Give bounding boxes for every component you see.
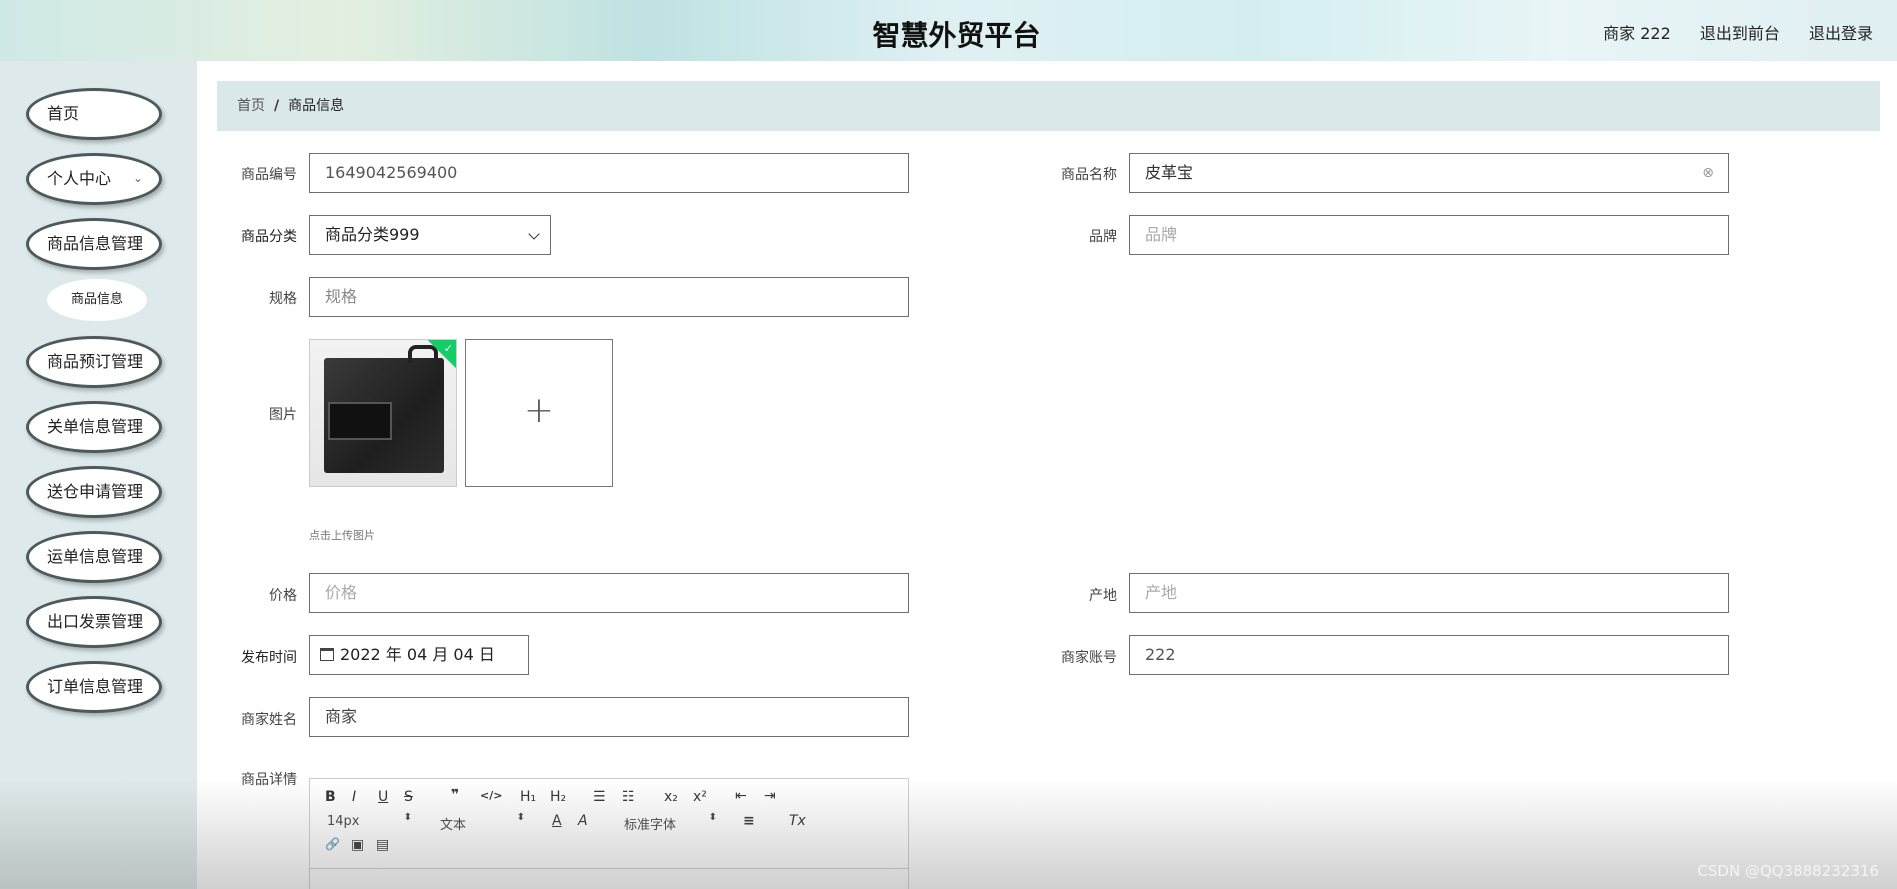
sidebar-item-order-management[interactable]: 订单信息管理 xyxy=(26,661,162,713)
underline-button[interactable]: U xyxy=(378,789,388,805)
align-icon[interactable]: ≡ xyxy=(743,813,755,829)
updown-icon: ⬍ xyxy=(516,812,525,823)
sidebar-item-label: 运单信息管理 xyxy=(47,547,144,566)
sidebar-item-label: 首页 xyxy=(47,104,80,123)
sidebar-subitem-goods-info[interactable]: 商品信息 xyxy=(47,279,147,321)
breadcrumb-separator: / xyxy=(274,98,280,114)
back-to-front-link[interactable]: 退出到前台 xyxy=(1700,24,1780,43)
image-upload-button[interactable]: + xyxy=(465,339,613,487)
updown-icon: ⬍ xyxy=(708,812,717,823)
account-input[interactable]: 222 xyxy=(1129,635,1729,675)
heading2-button[interactable]: H₂ xyxy=(550,789,566,805)
merchant-name-input[interactable]: 商家 xyxy=(309,697,909,737)
text-color-icon[interactable]: A xyxy=(552,813,562,829)
quote-icon[interactable]: ❞ xyxy=(451,787,459,803)
watermark: CSDN @QQ3888232316 xyxy=(1697,862,1879,880)
breadcrumb: 首页 / 商品信息 xyxy=(217,81,1880,131)
indent-icon[interactable]: ⇥ xyxy=(764,788,776,804)
breadcrumb-current: 商品信息 xyxy=(288,98,345,114)
uploaded-image-thumbnail[interactable]: ✓ xyxy=(309,339,457,487)
sidebar: 首页 个人中心 ⌄ 商品信息管理 商品信息 商品预订管理 关单信息管理 送仓申请管… xyxy=(0,61,197,889)
video-icon[interactable]: ▤ xyxy=(376,837,389,853)
strike-button[interactable]: S xyxy=(404,789,413,805)
current-user: 商家 222 xyxy=(1603,24,1671,43)
sidebar-item-warehouse-request-management[interactable]: 送仓申请管理 xyxy=(26,466,162,518)
sidebar-item-home[interactable]: 首页 xyxy=(26,88,162,140)
font-size-value: 14px xyxy=(327,814,360,829)
sidebar-item-customs-management[interactable]: 关单信息管理 xyxy=(26,401,162,453)
heading1-button[interactable]: H₁ xyxy=(520,789,536,805)
sidebar-item-goods-booking-management[interactable]: 商品预订管理 xyxy=(26,336,162,388)
image-label: 图片 xyxy=(269,407,297,423)
account-label: 商家账号 xyxy=(1061,650,1117,666)
category-select[interactable]: 商品分类999 xyxy=(309,215,551,255)
box-interior-shape xyxy=(328,402,392,440)
font-family-select[interactable]: 标准字体 ⬍ xyxy=(624,812,717,833)
sidebar-item-label: 个人中心 xyxy=(47,169,112,188)
sidebar-item-personal-center[interactable]: 个人中心 ⌄ xyxy=(26,153,162,205)
date-input[interactable]: 2022 年 04 月 04 日 xyxy=(309,635,529,675)
subscript-button[interactable]: x₂ xyxy=(664,789,678,805)
price-input[interactable]: 价格 xyxy=(309,573,909,613)
chevron-down-icon xyxy=(528,228,540,240)
code-input[interactable]: 1649042569400 xyxy=(309,153,909,193)
breadcrumb-home[interactable]: 首页 xyxy=(237,98,265,114)
code-icon[interactable]: </> xyxy=(480,789,502,802)
upload-hint: 点击上传图片 xyxy=(309,529,375,542)
price-label: 价格 xyxy=(269,588,297,604)
font-size-select[interactable]: 14px ⬍ xyxy=(327,812,412,829)
date-value: 2022 年 04 月 04 日 xyxy=(340,645,495,664)
sidebar-item-goods-info-management[interactable]: 商品信息管理 xyxy=(26,218,162,270)
format-value: 文本 xyxy=(440,818,467,833)
font-family-value: 标准字体 xyxy=(624,818,677,833)
check-icon: ✓ xyxy=(443,342,453,355)
top-header: 智慧外贸平台 商家 222 退出到前台 退出登录 xyxy=(0,0,1897,61)
background-color-icon[interactable]: A xyxy=(578,813,588,829)
sidebar-item-label: 出口发票管理 xyxy=(47,612,144,631)
merchant-name-label: 商家姓名 xyxy=(241,712,297,728)
superscript-button[interactable]: x² xyxy=(693,789,707,805)
detail-label: 商品详情 xyxy=(241,772,297,788)
bottom-fade-overlay xyxy=(0,780,1897,889)
name-input[interactable]: 皮革宝 ⊗ xyxy=(1129,153,1729,193)
date-label: 发布时间 xyxy=(241,650,297,666)
category-label: 商品分类 xyxy=(241,229,297,245)
bold-button[interactable]: B xyxy=(325,789,336,805)
spec-input[interactable]: 规格 xyxy=(309,277,909,317)
sidebar-item-waybill-management[interactable]: 运单信息管理 xyxy=(26,531,162,583)
origin-input[interactable]: 产地 xyxy=(1129,573,1729,613)
clean-format-icon[interactable]: Tx xyxy=(789,813,806,829)
editor-divider xyxy=(310,868,908,869)
header-nav: 商家 222 退出到前台 退出登录 xyxy=(1579,20,1873,44)
italic-button[interactable]: I xyxy=(352,789,356,805)
sidebar-item-label: 商品信息管理 xyxy=(47,234,144,253)
name-label: 商品名称 xyxy=(1061,167,1117,183)
calendar-icon xyxy=(320,648,334,661)
image-icon[interactable]: ▣ xyxy=(351,837,364,853)
sidebar-item-label: 送仓申请管理 xyxy=(47,482,144,501)
bullet-list-icon[interactable]: ☷ xyxy=(622,789,635,805)
sidebar-item-export-invoice-management[interactable]: 出口发票管理 xyxy=(26,596,162,648)
rich-text-editor[interactable]: B I U S ❞ </> H₁ H₂ ☰ ☷ x₂ x² ⇤ ⇥ 14px ⬍ … xyxy=(309,778,909,889)
ordered-list-icon[interactable]: ☰ xyxy=(593,789,606,805)
name-value: 皮革宝 xyxy=(1145,163,1194,182)
chevron-down-icon: ⌄ xyxy=(132,171,143,185)
clear-icon[interactable]: ⊗ xyxy=(1702,154,1714,192)
logout-link[interactable]: 退出登录 xyxy=(1809,24,1873,43)
outdent-icon[interactable]: ⇤ xyxy=(735,788,747,804)
category-value: 商品分类999 xyxy=(325,225,420,244)
updown-icon: ⬍ xyxy=(403,812,412,823)
brand-label: 品牌 xyxy=(1089,229,1117,245)
brand-input[interactable]: 品牌 xyxy=(1129,215,1729,255)
link-icon[interactable]: 🔗 xyxy=(325,837,340,851)
plus-icon: + xyxy=(523,390,555,431)
sidebar-item-label: 关单信息管理 xyxy=(47,417,144,436)
sidebar-item-label: 商品预订管理 xyxy=(47,352,144,371)
format-select[interactable]: 文本 ⬍ xyxy=(440,812,525,833)
spec-label: 规格 xyxy=(269,291,297,307)
handle-shape xyxy=(408,345,438,363)
origin-label: 产地 xyxy=(1089,588,1117,604)
sidebar-item-label: 订单信息管理 xyxy=(47,677,144,696)
code-label: 商品编号 xyxy=(241,167,297,183)
